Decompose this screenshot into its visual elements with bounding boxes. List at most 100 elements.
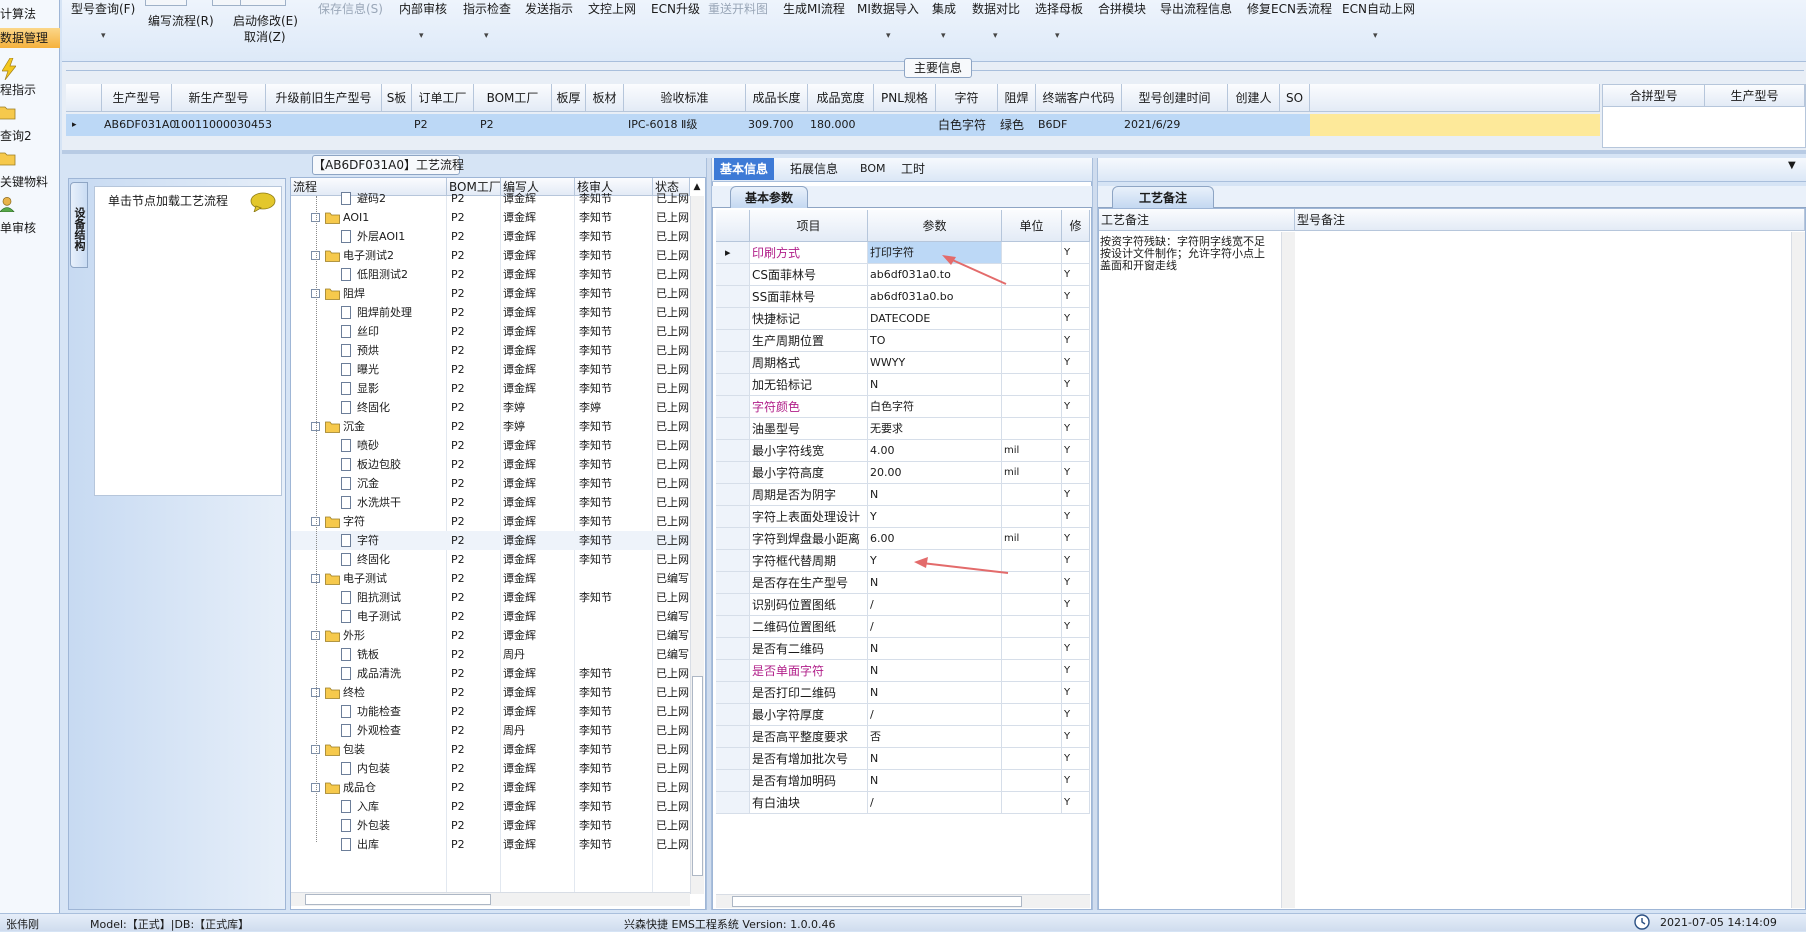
- cell-standard[interactable]: IPC-6018 Ⅱ级: [626, 114, 697, 136]
- chevron-down-icon[interactable]: ▾: [101, 31, 106, 41]
- tree-node[interactable]: −包装P2谭金辉李知节已上网: [291, 740, 690, 759]
- param-value[interactable]: Y: [868, 506, 1002, 528]
- fix-ecn-process-button[interactable]: 修复ECN丢流程: [1247, 0, 1332, 17]
- tab-process-notes[interactable]: 工艺备注: [1112, 186, 1215, 208]
- tree-node[interactable]: 外层AOI1 P2 谭金辉 李知节 已上网: [291, 227, 690, 246]
- param-row[interactable]: 最小字符厚度 / Y: [716, 704, 1090, 726]
- chevron-down-icon[interactable]: ▾: [886, 31, 891, 41]
- horizontal-splitter[interactable]: [62, 150, 1806, 154]
- cell-char[interactable]: 白色字符: [936, 114, 986, 136]
- row-selector-icon[interactable]: [716, 616, 750, 638]
- cell-bom-factory[interactable]: P2: [478, 114, 494, 136]
- cell-created-time[interactable]: 2021/6/29: [1122, 114, 1180, 136]
- tab-basic-info[interactable]: 基本信息: [714, 158, 775, 180]
- process-notes-text[interactable]: 按资字符残缺：字符阴字线宽不足按设计文件制作；允许字符小点上盖面和开窗走线: [1100, 236, 1270, 272]
- row-selector-icon[interactable]: [716, 352, 750, 374]
- tree-node[interactable]: 功能检查 P2 谭金辉 李知节 已上网: [291, 702, 690, 721]
- column-header[interactable]: 新生产型号: [172, 84, 266, 112]
- save-info-button[interactable]: 保存信息(S): [318, 0, 383, 17]
- column-header[interactable]: 阻焊: [998, 84, 1036, 112]
- export-process-info-button[interactable]: 导出流程信息: [1160, 0, 1232, 17]
- row-selector-icon[interactable]: [716, 396, 750, 418]
- device-tree-box[interactable]: [94, 186, 282, 496]
- tree-node[interactable]: 阻抗测试 P2 谭金辉 李知节 已上网: [291, 588, 690, 607]
- param-row[interactable]: 快捷标记 DATECODE Y: [716, 308, 1090, 330]
- tab-device-structure[interactable]: 设备结构: [70, 182, 88, 268]
- tree-node[interactable]: 避码2 P2 谭金辉 李知节 已上网: [291, 189, 690, 208]
- param-row[interactable]: 加无铅标记 N Y: [716, 374, 1090, 396]
- notes-scrollbar[interactable]: [1281, 232, 1295, 908]
- tree-node[interactable]: −阻焊P2谭金辉李知节已上网: [291, 284, 690, 303]
- param-value[interactable]: DATECODE: [868, 308, 1002, 330]
- row-selector-icon[interactable]: ▸: [70, 114, 77, 136]
- tree-node[interactable]: 终固化 P2 李婷 李婷 已上网: [291, 398, 690, 417]
- tree-node[interactable]: −终检P2谭金辉李知节已上网: [291, 683, 690, 702]
- model-query-button[interactable]: 型号查询(F): [71, 0, 135, 17]
- row-selector-icon[interactable]: [716, 550, 750, 572]
- tree-node[interactable]: 沉金 P2 谭金辉 李知节 已上网: [291, 474, 690, 493]
- param-row[interactable]: 是否有增加批次号 N Y: [716, 748, 1090, 770]
- cell-width[interactable]: 180.000: [808, 114, 856, 136]
- tree-node[interactable]: 丝印 P2 谭金辉 李知节 已上网: [291, 322, 690, 341]
- param-row[interactable]: 最小字符线宽 4.00 mil Y: [716, 440, 1090, 462]
- column-header[interactable]: 验收标准: [624, 84, 746, 112]
- column-header[interactable]: 项目: [750, 210, 868, 242]
- row-selector-icon[interactable]: [716, 682, 750, 704]
- row-selector-icon[interactable]: [716, 528, 750, 550]
- nav-item-query2[interactable]: 查询2: [0, 126, 60, 146]
- param-row[interactable]: 是否单面字符 N Y: [716, 660, 1090, 682]
- param-value[interactable]: N: [868, 770, 1002, 792]
- row-selector-icon[interactable]: [716, 440, 750, 462]
- column-header[interactable]: 合拼型号: [1603, 85, 1705, 107]
- row-selector-icon[interactable]: [716, 330, 750, 352]
- cell-mask[interactable]: 绿色: [998, 114, 1024, 136]
- tree-node[interactable]: 电子测试 P2 谭金辉 已编写: [291, 607, 690, 626]
- tree-node[interactable]: −电子测试P2谭金辉已编写: [291, 569, 690, 588]
- chevron-down-icon[interactable]: ▾: [419, 31, 424, 41]
- param-value[interactable]: 20.00: [868, 462, 1002, 484]
- row-selector-icon[interactable]: [716, 726, 750, 748]
- row-selector-icon[interactable]: [716, 660, 750, 682]
- param-value[interactable]: N: [868, 682, 1002, 704]
- column-header[interactable]: 生产型号: [1705, 85, 1805, 107]
- param-row[interactable]: 字符颜色 白色字符 Y: [716, 396, 1090, 418]
- param-value[interactable]: 4.00: [868, 440, 1002, 462]
- column-header[interactable]: 创建人: [1228, 84, 1280, 112]
- cell-customer[interactable]: B6DF: [1036, 114, 1067, 136]
- row-selector-icon[interactable]: [716, 484, 750, 506]
- column-header[interactable]: 型号创建时间: [1122, 84, 1228, 112]
- param-row[interactable]: 字符到焊盘最小距离 6.00 mil Y: [716, 528, 1090, 550]
- column-header[interactable]: 字符: [936, 84, 998, 112]
- param-row[interactable]: 是否高平整度要求否 Y: [716, 726, 1090, 748]
- param-value[interactable]: /: [868, 616, 1002, 638]
- column-header[interactable]: 升级前旧生产型号: [266, 84, 382, 112]
- param-row[interactable]: SS面菲林号 ab6df031a0.bo Y: [716, 286, 1090, 308]
- cell-production-model[interactable]: AB6DF031A0: [102, 114, 176, 136]
- chevron-down-icon[interactable]: ▾: [941, 31, 946, 41]
- tree-node[interactable]: 水洗烘干 P2 谭金辉 李知节 已上网: [291, 493, 690, 512]
- column-header[interactable]: 单位: [1002, 210, 1062, 242]
- tree-node[interactable]: 终固化 P2 谭金辉 李知节 已上网: [291, 550, 690, 569]
- column-header[interactable]: 成品宽度: [808, 84, 874, 112]
- column-header[interactable]: S板: [382, 84, 412, 112]
- row-selector-icon[interactable]: [716, 638, 750, 660]
- tree-node[interactable]: 曝光 P2 谭金辉 李知节 已上网: [291, 360, 690, 379]
- column-header[interactable]: 生产型号: [102, 84, 172, 112]
- tree-node[interactable]: 出库 P2 谭金辉 李知节 已上网: [291, 835, 690, 854]
- row-selector-icon[interactable]: [716, 572, 750, 594]
- param-value[interactable]: N: [868, 638, 1002, 660]
- instruction-check-button[interactable]: 指示检查: [463, 0, 511, 17]
- param-value[interactable]: WWYY: [868, 352, 1002, 374]
- mi-data-import-button[interactable]: MI数据导入: [857, 0, 919, 17]
- param-row[interactable]: 是否有二维码 N Y: [716, 638, 1090, 660]
- tree-node[interactable]: 成品清洗 P2 谭金辉 李知节 已上网: [291, 664, 690, 683]
- internal-review-button[interactable]: 内部审核: [399, 0, 447, 17]
- row-selector-icon[interactable]: [716, 792, 750, 814]
- tab-work-hours[interactable]: 工时: [901, 158, 925, 180]
- param-value[interactable]: TO: [868, 330, 1002, 352]
- param-row[interactable]: 是否存在生产型号 N Y: [716, 572, 1090, 594]
- param-value[interactable]: ab6df031a0.bo: [868, 286, 1002, 308]
- process-horizontal-scrollbar[interactable]: [291, 892, 690, 906]
- tree-node[interactable]: −外形P2谭金辉已编写: [291, 626, 690, 645]
- tree-node[interactable]: −字符P2谭金辉李知节已上网: [291, 512, 690, 531]
